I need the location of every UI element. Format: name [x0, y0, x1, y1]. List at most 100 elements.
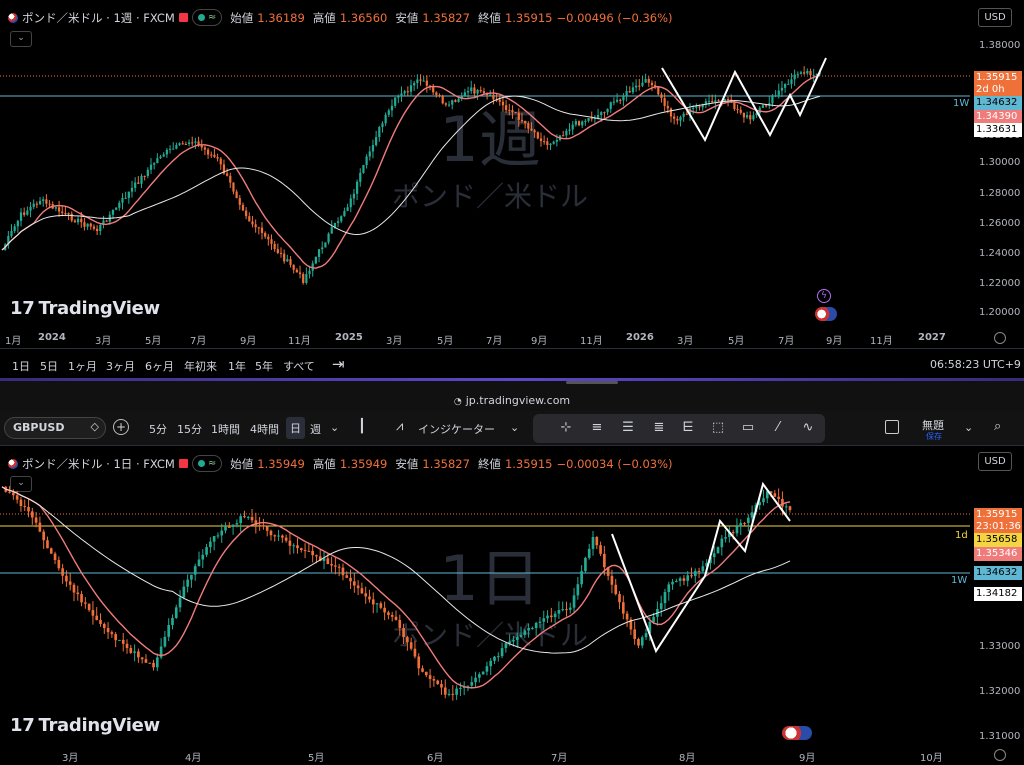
layout-save[interactable]: 保存 — [926, 431, 942, 442]
candle-body — [341, 567, 345, 576]
candle-body — [105, 220, 108, 222]
time-axis-label: 5月 — [728, 336, 745, 347]
url-text[interactable]: ◔ jp.tradingview.com — [0, 394, 1024, 407]
candle-body — [343, 210, 346, 217]
candle-body — [784, 506, 788, 508]
candle-body — [353, 581, 356, 586]
candle-body — [67, 213, 70, 215]
candle-body — [225, 173, 229, 176]
daily-time-axis[interactable]: 3月 4月 5月 6月 7月 8月 9月 10月 — [0, 749, 1024, 764]
candle-body — [581, 121, 584, 126]
chart-toolbar: GBPUSD ◇ + 5分 15分 1時間 4時間 日 週 ⌄ ┃ ⩘ インジケ… — [0, 411, 1024, 446]
candle-body — [576, 584, 580, 596]
symbol-search[interactable]: GBPUSD ◇ — [4, 417, 106, 439]
fib-extension-icon[interactable]: ☰ — [619, 420, 637, 436]
goto-date-icon[interactable]: ⇥ — [332, 355, 345, 373]
drag-handle[interactable] — [566, 381, 618, 384]
candle-body — [336, 221, 340, 223]
interval-15m[interactable]: 15分 — [177, 421, 202, 437]
callout-icon[interactable]: ▭ — [739, 420, 757, 436]
interval-5m[interactable]: 5分 — [149, 421, 167, 437]
alert-lightning-icon[interactable]: ϟ — [817, 289, 831, 303]
candle-body — [279, 252, 283, 254]
candle-body — [355, 181, 359, 194]
tradingview-logo[interactable]: 17 TradingView — [10, 715, 160, 736]
range-ytd[interactable]: 年初来 — [184, 358, 217, 374]
indicators-button[interactable]: インジケーター — [418, 421, 495, 437]
candle-body — [619, 99, 622, 101]
pitchfork-icon[interactable]: ⋿ — [679, 420, 697, 436]
candle-body — [750, 512, 754, 518]
weekly-candles[interactable] — [0, 0, 1024, 348]
interval-week[interactable]: 週 — [310, 421, 321, 437]
indicators-dropdown-icon[interactable]: ⌄ — [510, 421, 519, 434]
candle-body — [591, 536, 595, 549]
candle-body — [747, 517, 750, 524]
axis-settings-gear-icon[interactable] — [994, 749, 1006, 761]
compare-add-icon[interactable]: + — [113, 419, 129, 435]
clock[interactable]: 06:58:23 UTC+9 — [930, 358, 1021, 371]
last-price: 1.35915 — [976, 509, 1018, 520]
range-1y[interactable]: 1年 — [228, 358, 246, 374]
range-selector: 1日 5日 1ヶ月 3ヶ月 6ヶ月 年初来 1年 5年 すべて ⇥ 06:58:… — [0, 348, 1024, 379]
trendline-icon[interactable]: ⁄ — [769, 420, 787, 436]
time-axis-label: 1月 — [5, 336, 22, 347]
candle-body — [23, 212, 26, 215]
candle-body — [640, 637, 644, 646]
range-1m[interactable]: 1ヶ月 — [68, 358, 97, 374]
candle-body — [731, 532, 735, 534]
tradingview-logo[interactable]: 17 TradingView — [10, 298, 160, 319]
candle-body — [262, 525, 265, 527]
time-axis-label: 3月 — [677, 336, 694, 347]
candle-body — [315, 555, 318, 557]
indicators-icon[interactable]: ⩘ — [396, 419, 403, 434]
axis-settings-gear-icon[interactable] — [994, 332, 1006, 344]
range-3m[interactable]: 3ヶ月 — [106, 358, 135, 374]
range-1d[interactable]: 1日 — [12, 358, 30, 374]
daily-chart-pane[interactable]: ポンド／米ドル · 1日 · FXCM ≈ 始値 1.35949 高値 1.3594… — [0, 446, 1024, 765]
candle-body — [175, 145, 178, 149]
range-5y[interactable]: 5年 — [255, 358, 273, 374]
candle-body — [163, 636, 167, 647]
weekly-chart-pane[interactable]: ポンド／米ドル · 1週 · FXCM ≈ 始値 1.36189 高値 1.3656… — [0, 0, 1024, 348]
candle-body — [114, 634, 117, 641]
candle-body — [184, 143, 188, 145]
candle-body — [84, 602, 87, 604]
rectangle-icon[interactable]: ⬚ — [709, 420, 727, 436]
path-icon[interactable]: ∿ — [799, 420, 817, 436]
event-flags-icon[interactable] — [782, 726, 812, 740]
weekly-time-axis[interactable]: 1月 2024 3月 5月 7月 9月 11月 2025 3月 5月 7月 9月 11月 2026 3月 5月… — [0, 332, 1024, 347]
interval-dropdown-icon[interactable]: ⌄ — [330, 421, 339, 434]
ma-slow-tag: 1.34182 — [974, 587, 1022, 601]
range-6m[interactable]: 6ヶ月 — [145, 358, 174, 374]
crosshair-icon[interactable]: ⊹ — [557, 420, 575, 436]
range-5d[interactable]: 5日 — [40, 358, 58, 374]
candle-body — [555, 139, 558, 142]
event-flags-icon[interactable] — [815, 307, 837, 321]
candle-body — [787, 83, 790, 85]
interval-4h[interactable]: 4時間 — [250, 421, 279, 437]
interval-1h[interactable]: 1時間 — [211, 421, 240, 437]
candle-body — [504, 643, 508, 649]
price-axis-label: 1.31000 — [979, 731, 1021, 742]
candle-body — [596, 115, 600, 118]
candle-body — [743, 523, 746, 525]
candle-body — [416, 79, 419, 83]
quick-search-icon[interactable]: ⌕ — [994, 419, 1001, 434]
range-all[interactable]: すべて — [283, 358, 315, 374]
candle-body — [739, 109, 742, 113]
candle-body — [612, 101, 616, 103]
parallel-channel-icon[interactable]: ≣ — [650, 420, 668, 436]
fib-icon[interactable]: ≡ — [588, 420, 606, 436]
layout-dropdown-icon[interactable]: ⌄ — [964, 421, 973, 434]
candle-style-icon[interactable]: ┃ — [358, 419, 366, 434]
candle-body — [698, 106, 701, 108]
candle-body — [777, 496, 780, 499]
candle-body — [288, 540, 292, 546]
price-axis-label: 1.26000 — [979, 218, 1021, 229]
candle-body — [156, 158, 159, 164]
layout-icon[interactable] — [885, 420, 899, 434]
candle-body — [292, 545, 296, 547]
candle-body — [321, 247, 324, 250]
interval-day[interactable]: 日 — [286, 417, 305, 439]
